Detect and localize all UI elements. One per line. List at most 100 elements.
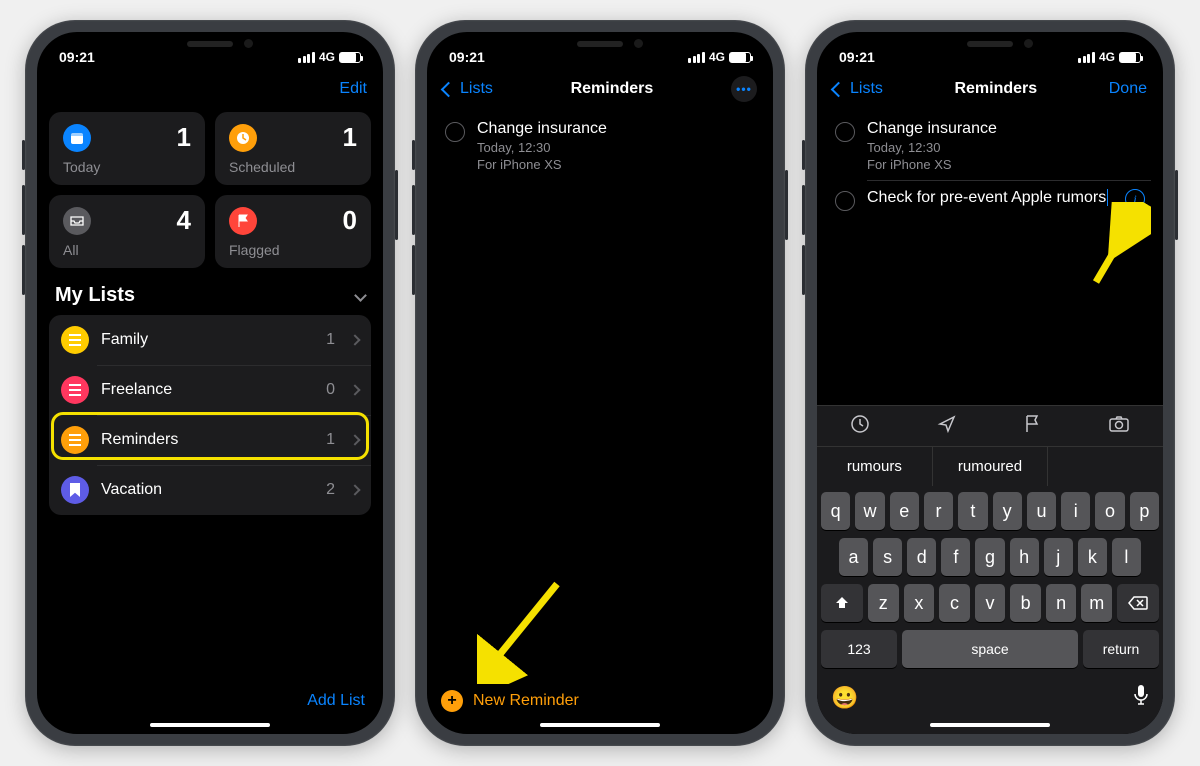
key-y[interactable]: y [993,492,1022,530]
reminder-time: Today, 12:30 [867,140,1145,155]
key-g[interactable]: g [975,538,1004,576]
battery-icon [339,52,361,63]
key-j[interactable]: j [1044,538,1073,576]
reminder-checkbox[interactable] [835,122,855,142]
list-name: Freelance [101,381,314,399]
tile-scheduled-count: 1 [343,122,357,153]
key-f[interactable]: f [941,538,970,576]
tile-scheduled[interactable]: 1 Scheduled [215,112,371,185]
key-d[interactable]: d [907,538,936,576]
reminder-input[interactable]: Check for pre-event Apple rumors [867,189,1106,206]
key-k[interactable]: k [1078,538,1107,576]
suggestion-empty [1047,447,1163,486]
space-key[interactable]: space [902,630,1078,668]
calendar-icon [63,124,91,152]
reminder-checkbox[interactable] [835,191,855,211]
key-t[interactable]: t [958,492,987,530]
list-name: Vacation [101,481,314,499]
reminder-title: Change insurance [477,120,755,138]
key-o[interactable]: o [1095,492,1124,530]
tile-all[interactable]: 4 All [49,195,205,268]
reminder-row[interactable]: Change insurance Today, 12:30 For iPhone… [829,112,1151,180]
key-i[interactable]: i [1061,492,1090,530]
chevron-down-icon[interactable] [354,289,367,302]
reminder-note: For iPhone XS [867,157,1145,172]
key-x[interactable]: x [904,584,935,622]
reminder-row[interactable]: Change insurance Today, 12:30 For iPhone… [439,112,761,180]
key-h[interactable]: h [1010,538,1039,576]
key-z[interactable]: z [868,584,899,622]
list-row-freelance[interactable]: Freelance 0 [49,365,371,415]
annotation-arrow [1081,202,1151,292]
list-row-family[interactable]: Family 1 [49,315,371,365]
home-indicator[interactable] [150,723,270,727]
list-row-reminders[interactable]: Reminders 1 [49,415,371,465]
key-n[interactable]: n [1046,584,1077,622]
numbers-key[interactable]: 123 [821,630,897,668]
edit-button[interactable]: Edit [339,80,367,98]
nav-title: Reminders [954,80,1037,98]
toolbar-time-icon[interactable] [850,414,870,439]
list-icon [61,376,89,404]
tile-flagged[interactable]: 0 Flagged [215,195,371,268]
list-count: 1 [326,431,335,449]
key-b[interactable]: b [1010,584,1041,622]
reminder-checkbox[interactable] [445,122,465,142]
key-c[interactable]: c [939,584,970,622]
signal-icon [688,52,705,63]
key-m[interactable]: m [1081,584,1112,622]
key-l[interactable]: l [1112,538,1141,576]
home-indicator[interactable] [930,723,1050,727]
network-label: 4G [1099,50,1115,64]
keyboard-suggestions: rumours rumoured [817,446,1163,486]
list-icon [61,476,89,504]
tile-today[interactable]: 1 Today [49,112,205,185]
key-r[interactable]: r [924,492,953,530]
list-name: Family [101,331,314,349]
tile-scheduled-label: Scheduled [229,159,357,175]
shift-key[interactable] [821,584,863,622]
key-q[interactable]: q [821,492,850,530]
signal-icon [298,52,315,63]
list-count: 2 [326,481,335,499]
toolbar-location-icon[interactable] [937,414,957,439]
toolbar-camera-icon[interactable] [1108,415,1130,438]
home-indicator[interactable] [540,723,660,727]
nav-title: Reminders [571,80,654,98]
back-label: Lists [850,80,883,98]
key-s[interactable]: s [873,538,902,576]
phone-1: 09:21 4G Edit 1 Today [25,20,395,746]
suggestion[interactable]: rumours [817,447,932,486]
tile-today-count: 1 [177,122,191,153]
list-name: Reminders [101,431,314,449]
key-p[interactable]: p [1130,492,1159,530]
keyboard: rumours rumoured qwertyuiop asdfghjkl zx… [817,405,1163,734]
chevron-right-icon [349,384,360,395]
return-key[interactable]: return [1083,630,1159,668]
notch [905,32,1075,58]
key-e[interactable]: e [890,492,919,530]
new-reminder-button[interactable]: + New Reminder [441,690,579,712]
back-button[interactable]: Lists [443,80,493,98]
back-label: Lists [460,80,493,98]
key-a[interactable]: a [839,538,868,576]
emoji-key[interactable]: 😀 [831,685,858,711]
list-row-vacation[interactable]: Vacation 2 [49,465,371,515]
section-my-lists: My Lists [55,284,135,307]
network-label: 4G [319,50,335,64]
dictation-key[interactable] [1133,684,1149,712]
status-time: 09:21 [839,49,875,65]
done-button[interactable]: Done [1109,80,1147,98]
key-u[interactable]: u [1027,492,1056,530]
battery-icon [729,52,751,63]
backspace-key[interactable] [1117,584,1159,622]
battery-icon [1119,52,1141,63]
key-w[interactable]: w [855,492,884,530]
toolbar-flag-icon[interactable] [1023,414,1041,439]
tile-all-count: 4 [177,205,191,236]
suggestion[interactable]: rumoured [932,447,1048,486]
add-list-button[interactable]: Add List [307,692,365,710]
key-v[interactable]: v [975,584,1006,622]
back-button[interactable]: Lists [833,80,883,98]
more-button[interactable]: ••• [731,76,757,102]
